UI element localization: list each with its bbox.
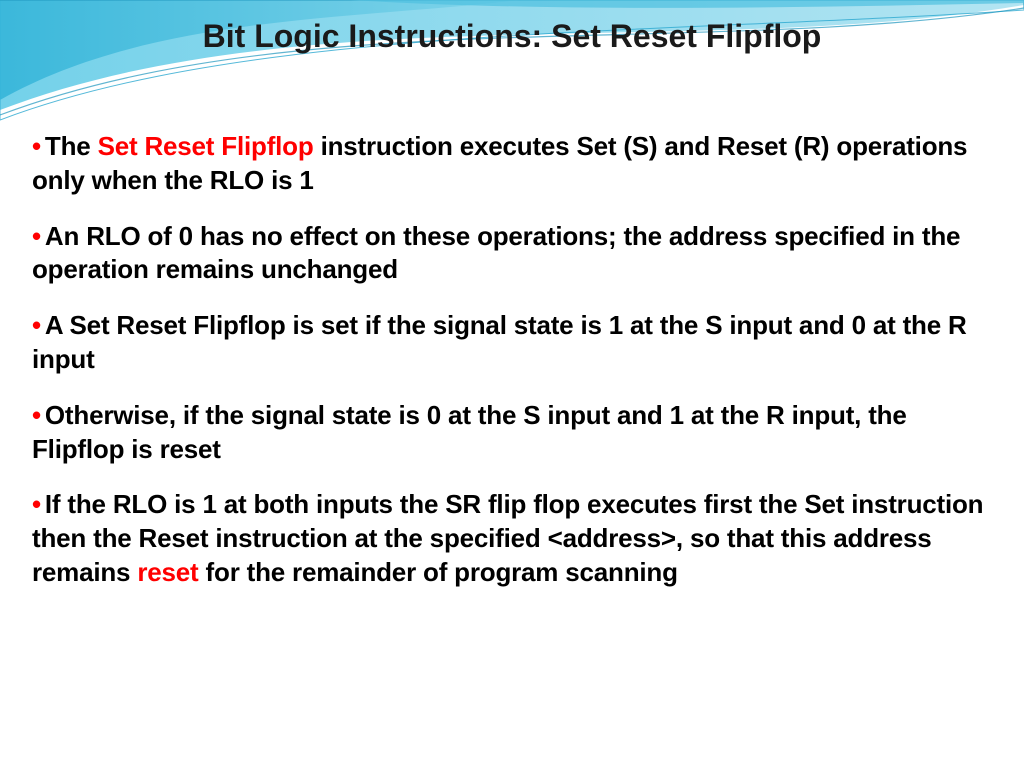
bullet-text: A Set Reset Flipflop is set if the signa… — [32, 310, 967, 374]
bullet-item: •An RLO of 0 has no effect on these oper… — [32, 220, 992, 288]
slide-content: •The Set Reset Flipflop instruction exec… — [32, 130, 992, 612]
bullet-text: An RLO of 0 has no effect on these opera… — [32, 221, 960, 285]
bullet-text-highlight: Set Reset Flipflop — [98, 131, 314, 161]
bullet-item: •Otherwise, if the signal state is 0 at … — [32, 399, 992, 467]
bullet-text-post: for the remainder of program scanning — [199, 557, 678, 587]
bullet-text-highlight: reset — [137, 557, 198, 587]
bullet-dot: • — [32, 310, 41, 340]
bullet-dot: • — [32, 131, 41, 161]
bullet-dot: • — [32, 489, 41, 519]
slide: Bit Logic Instructions: Set Reset Flipfl… — [0, 0, 1024, 768]
bullet-dot: • — [32, 221, 41, 251]
slide-title: Bit Logic Instructions: Set Reset Flipfl… — [0, 18, 1024, 55]
bullet-item: •A Set Reset Flipflop is set if the sign… — [32, 309, 992, 377]
bullet-text: Otherwise, if the signal state is 0 at t… — [32, 400, 907, 464]
bullet-text-pre: The — [45, 131, 98, 161]
bullet-item: •If the RLO is 1 at both inputs the SR f… — [32, 488, 992, 589]
bullet-item: •The Set Reset Flipflop instruction exec… — [32, 130, 992, 198]
bullet-dot: • — [32, 400, 41, 430]
